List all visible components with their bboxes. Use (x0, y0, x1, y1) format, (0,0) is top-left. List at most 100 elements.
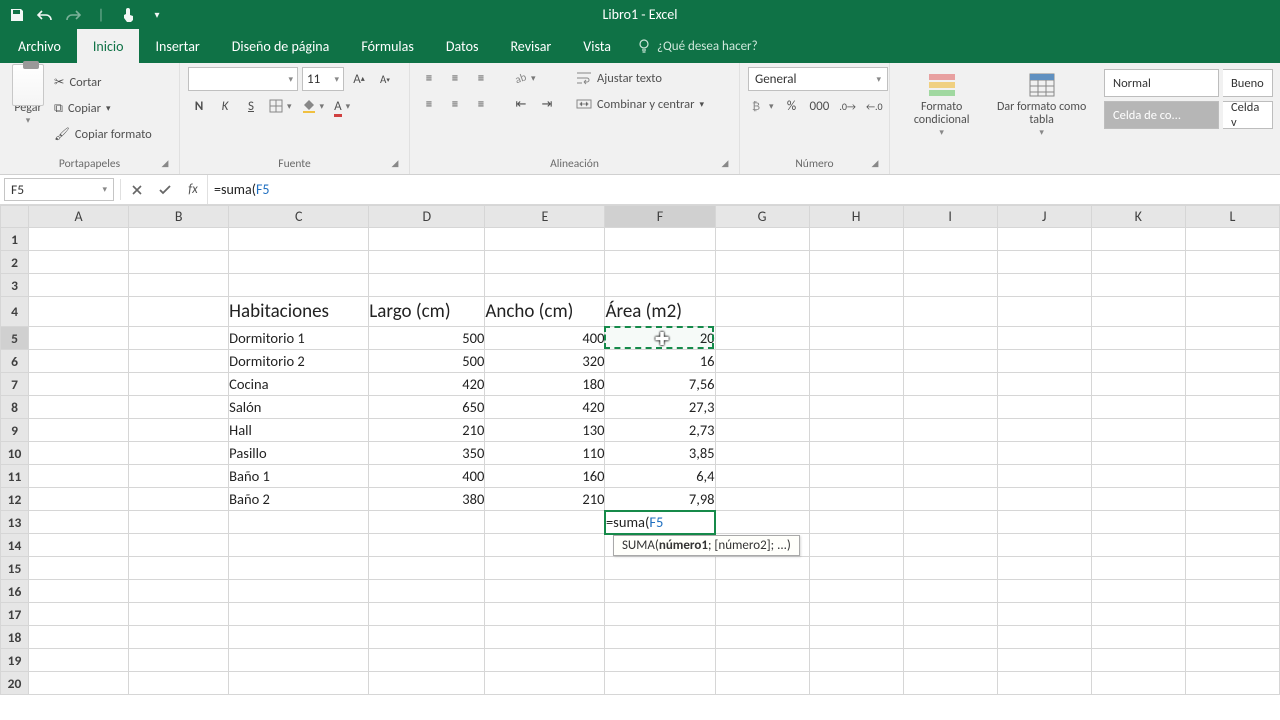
tab-datos[interactable]: Datos (430, 29, 495, 63)
cell-G10[interactable] (715, 442, 809, 465)
bold-button[interactable]: N (188, 95, 210, 117)
cell-I8[interactable] (903, 396, 997, 419)
name-box-dropdown-icon[interactable]: ▾ (102, 184, 107, 195)
cell-E9[interactable]: 130 (485, 419, 605, 442)
cell-E3[interactable] (485, 274, 605, 297)
cell-C7[interactable]: Cocina (229, 373, 369, 396)
cell-E18[interactable] (485, 626, 605, 649)
cell-F8[interactable]: 27,3 (605, 396, 715, 419)
cell-H19[interactable] (809, 649, 903, 672)
clipboard-launcher-icon[interactable]: ◢ (159, 158, 171, 170)
cell-L17[interactable] (1185, 603, 1279, 626)
cell-A11[interactable] (29, 465, 129, 488)
cell-E8[interactable]: 420 (485, 396, 605, 419)
cell-B14[interactable] (129, 534, 229, 557)
cell-I1[interactable] (903, 228, 997, 251)
cell-D11[interactable]: 400 (369, 465, 485, 488)
cell-H12[interactable] (809, 488, 903, 511)
cell-D9[interactable]: 210 (369, 419, 485, 442)
cell-G11[interactable] (715, 465, 809, 488)
cell-B19[interactable] (129, 649, 229, 672)
cell-K7[interactable] (1091, 373, 1185, 396)
cell-J1[interactable] (997, 228, 1091, 251)
cell-A18[interactable] (29, 626, 129, 649)
cell-G16[interactable] (715, 580, 809, 603)
cell-C14[interactable] (229, 534, 369, 557)
cell-F7[interactable]: 7,56 (605, 373, 715, 396)
underline-button[interactable]: S (240, 95, 262, 117)
cell-A16[interactable] (29, 580, 129, 603)
cell-K3[interactable] (1091, 274, 1185, 297)
cell-D19[interactable] (369, 649, 485, 672)
row-header-16[interactable]: 16 (1, 580, 29, 603)
qat-customize-icon[interactable]: ▾ (148, 6, 166, 24)
cell-F3[interactable] (605, 274, 715, 297)
cell-F19[interactable] (605, 649, 715, 672)
orientation-button[interactable]: ab (510, 67, 539, 89)
cell-D18[interactable] (369, 626, 485, 649)
format-painter-button[interactable]: 🖌 Copiar formato (54, 123, 152, 145)
cell-I9[interactable] (903, 419, 997, 442)
cell-L12[interactable] (1185, 488, 1279, 511)
comma-format-icon[interactable]: 000 (807, 95, 833, 117)
row-header-6[interactable]: 6 (1, 350, 29, 373)
cell-E16[interactable] (485, 580, 605, 603)
cell-F5[interactable]: 20 (605, 327, 715, 350)
cell-I5[interactable] (903, 327, 997, 350)
row-header-5[interactable]: 5 (1, 327, 29, 350)
cell-K12[interactable] (1091, 488, 1185, 511)
align-left-icon[interactable]: ≡ (418, 93, 440, 115)
cell-E15[interactable] (485, 557, 605, 580)
touch-mode-icon[interactable] (120, 6, 138, 24)
cell-J19[interactable] (997, 649, 1091, 672)
cell-A14[interactable] (29, 534, 129, 557)
cell-D17[interactable] (369, 603, 485, 626)
cell-B7[interactable] (129, 373, 229, 396)
cell-H14[interactable] (809, 534, 903, 557)
cell-B13[interactable] (129, 511, 229, 534)
cell-B8[interactable] (129, 396, 229, 419)
cell-J5[interactable] (997, 327, 1091, 350)
alignment-launcher-icon[interactable]: ◢ (719, 158, 731, 170)
column-header-D[interactable]: D (369, 206, 485, 228)
cell-L4[interactable] (1185, 297, 1279, 327)
cell-A19[interactable] (29, 649, 129, 672)
cell-G4[interactable] (715, 297, 809, 327)
row-header-10[interactable]: 10 (1, 442, 29, 465)
cell-I19[interactable] (903, 649, 997, 672)
cell-B2[interactable] (129, 251, 229, 274)
tab-inicio[interactable]: Inicio (77, 29, 140, 63)
cell-D8[interactable]: 650 (369, 396, 485, 419)
cell-G15[interactable] (715, 557, 809, 580)
cell-E1[interactable] (485, 228, 605, 251)
cell-B9[interactable] (129, 419, 229, 442)
cell-G3[interactable] (715, 274, 809, 297)
cell-B15[interactable] (129, 557, 229, 580)
cell-I17[interactable] (903, 603, 997, 626)
row-header-12[interactable]: 12 (1, 488, 29, 511)
cell-C20[interactable] (229, 672, 369, 695)
cell-L8[interactable] (1185, 396, 1279, 419)
cell-H16[interactable] (809, 580, 903, 603)
cell-H10[interactable] (809, 442, 903, 465)
cell-L10[interactable] (1185, 442, 1279, 465)
cell-C19[interactable] (229, 649, 369, 672)
copy-button[interactable]: ⧉ Copiar ▾ (54, 97, 152, 119)
column-header-K[interactable]: K (1091, 206, 1185, 228)
font-color-button[interactable]: A (331, 95, 353, 117)
name-box[interactable]: F5 ▾ (4, 178, 114, 201)
cell-J9[interactable] (997, 419, 1091, 442)
cell-L18[interactable] (1185, 626, 1279, 649)
cell-K18[interactable] (1091, 626, 1185, 649)
cell-H20[interactable] (809, 672, 903, 695)
cell-F11[interactable]: 6,4 (605, 465, 715, 488)
align-right-icon[interactable]: ≡ (470, 93, 492, 115)
number-format-combo[interactable]: General ▾ (748, 67, 888, 91)
align-center-icon[interactable]: ≡ (444, 93, 466, 115)
cell-A9[interactable] (29, 419, 129, 442)
cell-K20[interactable] (1091, 672, 1185, 695)
cell-C1[interactable] (229, 228, 369, 251)
row-header-4[interactable]: 4 (1, 297, 29, 327)
cell-B16[interactable] (129, 580, 229, 603)
cell-C13[interactable] (229, 511, 369, 534)
